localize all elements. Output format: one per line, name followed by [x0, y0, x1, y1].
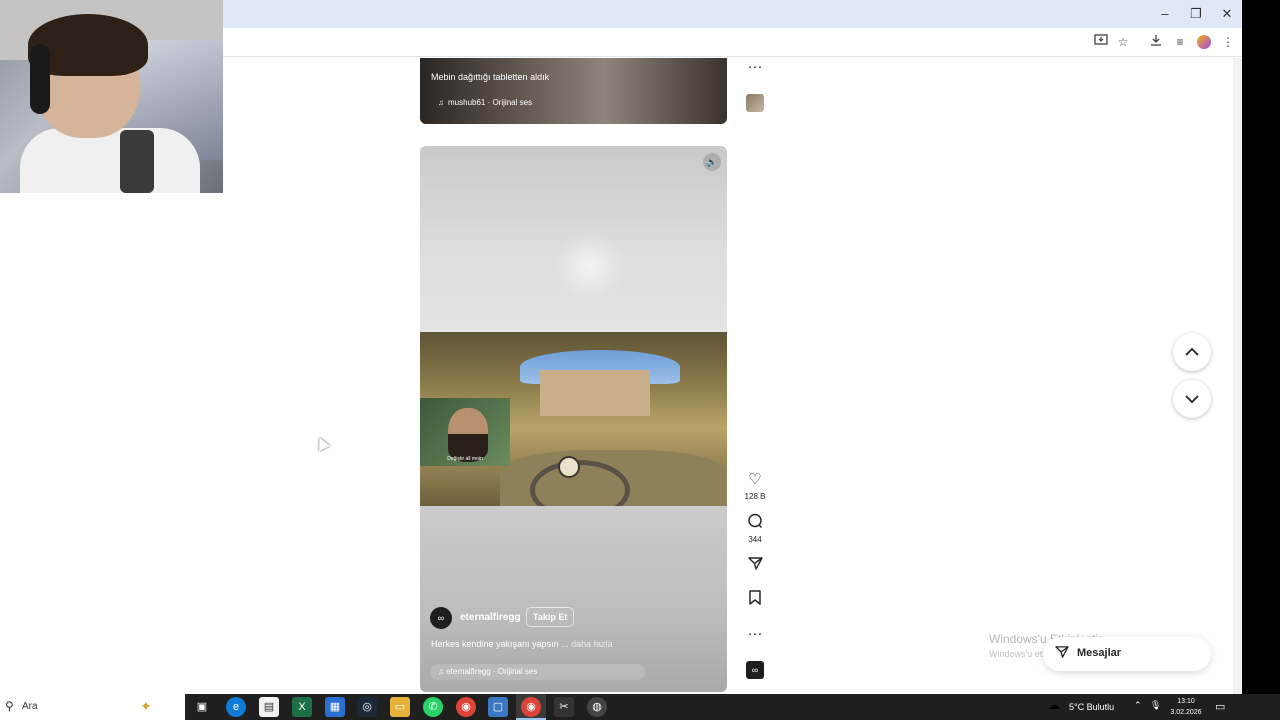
share-icon[interactable] [745, 556, 765, 576]
webcam-overlay [0, 0, 223, 193]
screen-edge [1242, 0, 1280, 694]
star-icon[interactable]: ☆ [1114, 34, 1132, 50]
music-note-icon: ♫ [438, 98, 444, 107]
next-reel-button[interactable] [1173, 380, 1211, 418]
like-count: 128 B [744, 492, 766, 501]
more-options-icon[interactable]: ··· [745, 57, 765, 77]
reel-caption: Herkes kendine yakışanı yapsın ... daha … [431, 639, 613, 649]
page-scrollbar[interactable] [1233, 58, 1242, 694]
taskbar-search[interactable]: ⚲ Ara ✦ [0, 694, 185, 720]
capcut-icon[interactable]: ✂ [554, 697, 574, 717]
reel-audio[interactable]: ♫ mushub61 · Orijinal ses [438, 98, 532, 107]
comment-count: 344 [748, 535, 762, 544]
audio-thumbnail[interactable]: ∞ [746, 661, 764, 679]
taskbar-clock[interactable]: 13:10 3.02.2026 [1158, 696, 1214, 718]
facecam-label: Değiştir all moin [447, 456, 483, 462]
media-icon[interactable]: ≡ [1171, 34, 1189, 50]
send-icon [1055, 645, 1069, 662]
weather-text[interactable]: 5°C Bulutlu [1069, 702, 1114, 712]
search-placeholder: Ara [22, 701, 38, 712]
music-note-icon: ♫ [438, 667, 444, 676]
mouse-cursor [314, 435, 330, 451]
file-explorer-icon[interactable]: ▭ [390, 697, 410, 717]
username-link[interactable]: eternalfiregg [460, 612, 521, 623]
chrome-active-icon[interactable]: ◉ [516, 694, 546, 720]
excel-icon[interactable]: X [292, 697, 312, 717]
reel-caption: Mebin dağıttığı tabletten aldık [431, 72, 550, 82]
install-app-icon[interactable] [1092, 34, 1110, 50]
app-window-icon[interactable]: ▢ [488, 697, 508, 717]
profile-icon[interactable] [1197, 35, 1211, 49]
minimize-button[interactable]: – [1151, 4, 1179, 24]
heart-icon[interactable]: ♡ [745, 470, 765, 490]
reel-game-footage: Değiştir all moin [420, 332, 727, 506]
weather-icon[interactable]: ☁ [1048, 698, 1060, 712]
headphones-icon [30, 44, 50, 114]
clock-time: 13:10 [1177, 698, 1195, 705]
reel-video-2[interactable]: 🔊 Değiştir all moin ∞ eternalfiregg Taki… [420, 146, 727, 692]
close-button[interactable]: ✕ [1213, 4, 1241, 24]
follow-button[interactable]: Takip Et [526, 607, 575, 627]
steam-icon[interactable]: ◎ [357, 697, 377, 717]
whatsapp-icon[interactable]: ✆ [423, 697, 443, 717]
tray-chevron-icon[interactable]: ⌃ [1134, 700, 1142, 711]
sound-icon[interactable]: 🔊 [703, 153, 721, 171]
record-app-icon[interactable]: ◍ [587, 697, 607, 717]
audio-thumbnail[interactable] [746, 94, 764, 112]
streamer-facecam: Değiştir all moin [420, 398, 510, 466]
search-icon: ⚲ [5, 699, 14, 713]
user-avatar[interactable]: ∞ [430, 607, 452, 629]
edge-icon[interactable]: e [226, 697, 246, 717]
notepad-icon[interactable]: ▤ [259, 697, 279, 717]
comment-icon[interactable] [745, 513, 765, 533]
restore-button[interactable]: ❐ [1182, 4, 1210, 24]
menu-icon[interactable]: ⋮ [1219, 34, 1237, 50]
notifications-icon[interactable]: ▭ [1215, 700, 1225, 713]
task-view-icon[interactable]: ▣ [192, 697, 212, 717]
more-options-icon[interactable]: ··· [745, 624, 765, 644]
copilot-sparkle-icon: ✦ [140, 698, 152, 714]
reel-audio[interactable]: ♫ eternalfiregg · Orijinal ses [430, 664, 645, 680]
more-link[interactable]: daha fazla [571, 639, 613, 649]
clock-date: 3.02.2026 [1170, 709, 1202, 716]
previous-reel-button[interactable] [1173, 333, 1211, 371]
bookmark-icon[interactable] [745, 590, 765, 610]
messages-label: Mesajlar [1077, 647, 1122, 659]
chrome-icon[interactable]: ◉ [456, 697, 476, 717]
download-icon[interactable] [1147, 34, 1165, 50]
windows-taskbar: ⚲ Ara ✦ ▣ e ▤ X ▦ ◎ ▭ ✆ ◉ ▢ ◉ ✂ ◍ ☁ 5°C … [0, 694, 1280, 720]
store-icon[interactable]: ▦ [325, 697, 345, 717]
messages-button[interactable]: Mesajlar [1043, 637, 1211, 671]
microphone-icon [120, 130, 154, 193]
reel-video-1[interactable]: Mebin dağıttığı tabletten aldık ♫ mushub6… [420, 58, 727, 124]
